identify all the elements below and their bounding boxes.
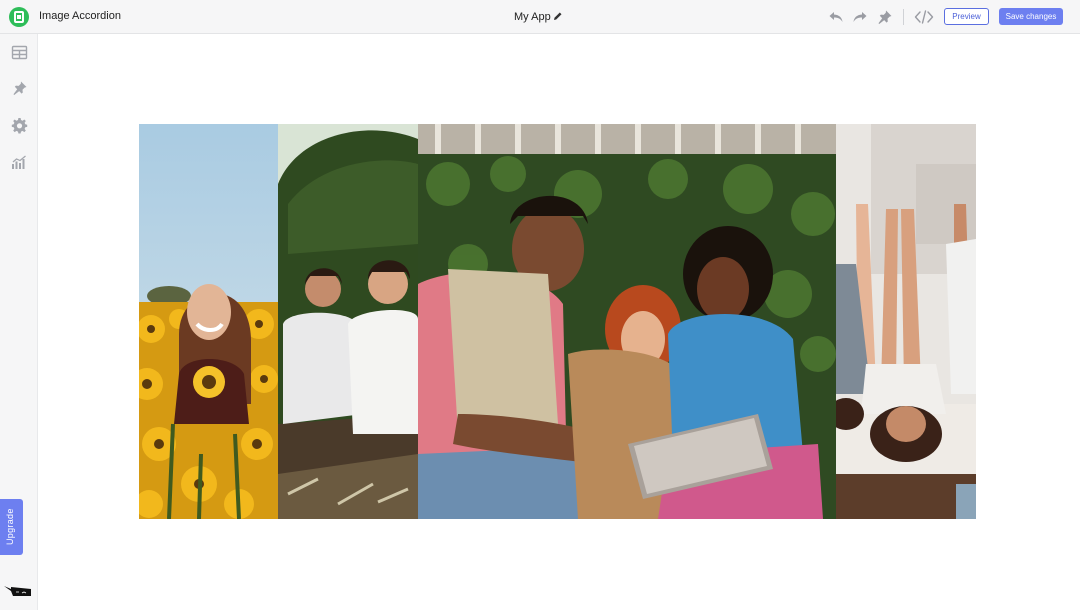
image-accordion	[139, 124, 976, 519]
edit-pencil-icon[interactable]	[553, 11, 563, 21]
accordion-panel-girls-legs[interactable]	[836, 124, 976, 519]
made-with-badge-icon[interactable]	[4, 583, 32, 597]
pin-icon[interactable]	[11, 80, 28, 97]
gear-icon[interactable]	[11, 117, 28, 134]
analytics-icon[interactable]	[11, 154, 28, 171]
upgrade-label: Upgrade	[5, 508, 15, 545]
upgrade-button[interactable]: Upgrade	[0, 499, 23, 555]
two-men-photo	[278, 124, 418, 519]
sidebar: Upgrade	[0, 34, 38, 610]
accordion-panel-sunflower[interactable]	[139, 124, 278, 519]
accordion-panel-friends[interactable]	[418, 124, 836, 519]
pin-icon[interactable]	[877, 9, 893, 25]
code-icon[interactable]	[914, 9, 934, 25]
girls-legs-photo	[836, 124, 976, 519]
app-name: Image Accordion	[39, 10, 121, 22]
sunflower-photo	[139, 124, 278, 519]
table-icon[interactable]	[11, 44, 28, 61]
app-logo-icon	[9, 7, 29, 27]
preview-button[interactable]: Preview	[944, 8, 989, 25]
save-changes-button[interactable]: Save changes	[999, 8, 1063, 25]
accordion-panel-two-men[interactable]	[278, 124, 418, 519]
top-bar: Image Accordion My App Preview Save chan…	[0, 0, 1080, 34]
toolbar-divider	[903, 9, 904, 25]
undo-icon[interactable]	[828, 9, 844, 25]
doc-title[interactable]: My App	[514, 11, 551, 23]
redo-icon[interactable]	[852, 9, 868, 25]
friends-photo	[418, 124, 836, 519]
